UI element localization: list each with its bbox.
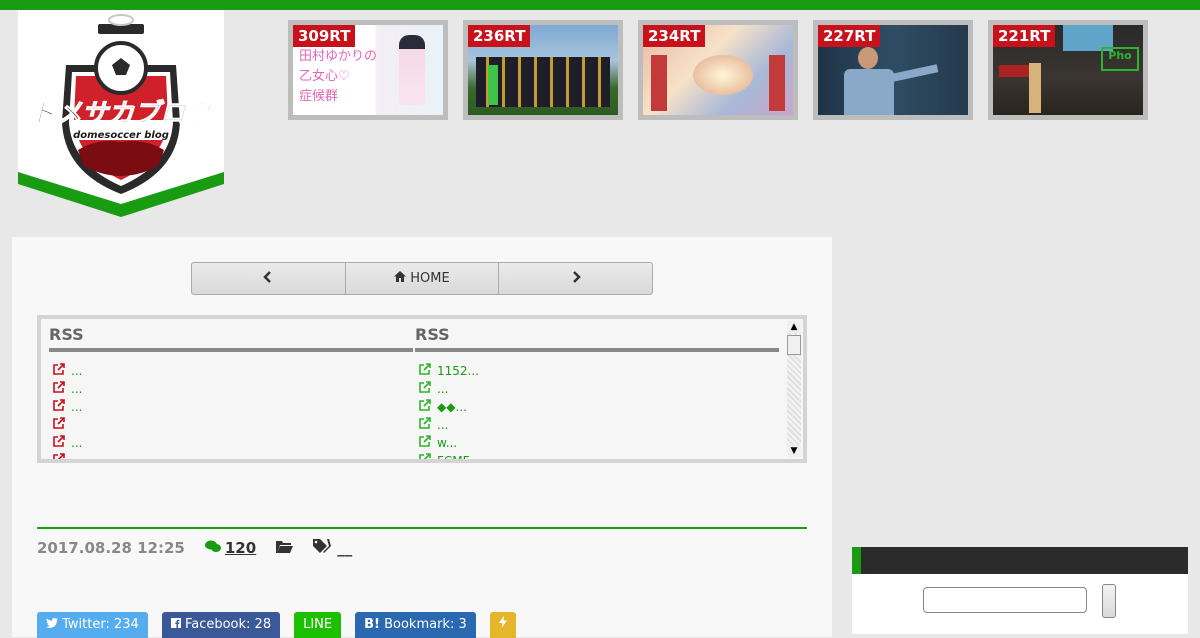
rss-item-title: ...: [71, 382, 83, 396]
post-date: 2017.08.28 12:25: [37, 539, 185, 557]
facebook-share-button[interactable]: Facebook: 28: [161, 612, 281, 638]
section-divider: [37, 527, 807, 529]
thumbnail-5[interactable]: Pho 221RT: [988, 20, 1148, 120]
logo-subtitle: domesoccer blog: [73, 130, 169, 141]
top-accent-bar: [0, 0, 1200, 10]
retweet-count: 234RT: [643, 25, 706, 47]
scroll-thumb[interactable]: [787, 335, 801, 355]
rss-item[interactable]: ...: [49, 398, 413, 416]
rss-item-title: ...: [437, 382, 449, 396]
rss-item[interactable]: ...: [49, 434, 413, 452]
rss-item-title: ...: [437, 418, 449, 432]
rss-item-title: ◆◆...: [437, 400, 467, 414]
rss-item[interactable]: FCMF...: [415, 452, 779, 463]
hatena-bookmark-button[interactable]: B! Bookmark: 3: [355, 612, 476, 638]
home-icon: [394, 271, 407, 286]
retweet-count: 309RT: [293, 25, 356, 47]
external-link-icon: [53, 362, 65, 380]
scroll-down-icon[interactable]: ▼: [787, 445, 801, 457]
sidebar-widget-header: [852, 547, 1188, 574]
search-button[interactable]: [1102, 584, 1116, 618]
comment-link[interactable]: 120: [204, 539, 257, 557]
search-input[interactable]: [923, 587, 1087, 613]
rss-item[interactable]: ...: [49, 380, 413, 398]
article-pager: HOME: [191, 262, 653, 295]
chevron-right-icon: [571, 270, 581, 287]
rss-item-title: w...: [437, 436, 458, 450]
external-link-icon: [53, 416, 65, 434]
tags-icon: [313, 539, 332, 557]
thumbnail-caption: 田村ゆかりの 乙女心♡ 症候群: [299, 49, 378, 104]
rss-item[interactable]: ◆◆...: [415, 398, 779, 416]
rss-item-title: 1152...: [437, 364, 479, 378]
rss-item-title: ...: [71, 364, 83, 378]
rss-item-title: FCMF...: [437, 454, 480, 463]
home-button[interactable]: HOME: [346, 263, 500, 294]
tags-link[interactable]: __: [313, 539, 352, 557]
tag-label: __: [337, 539, 353, 557]
next-article-button[interactable]: [499, 263, 652, 294]
external-link-icon: [53, 398, 65, 416]
rss-item[interactable]: ...: [415, 380, 779, 398]
comments-icon: [204, 539, 221, 557]
retweet-count: 221RT: [993, 25, 1056, 47]
comment-count: 120: [224, 539, 257, 557]
rss-item[interactable]: [49, 416, 413, 434]
external-link-icon: [419, 380, 431, 398]
main-content: HOME RSS ............ RSS 1152...... ◆◆..…: [12, 237, 832, 638]
external-link-icon: [419, 398, 431, 416]
rss-item[interactable]: ...: [415, 416, 779, 434]
rss-item-title: ...: [71, 400, 83, 414]
popular-thumbnails: 田村ゆかりの 乙女心♡ 症候群 309RT 236RT 234RT 227RT: [288, 20, 1148, 120]
rss-item[interactable]: w...: [415, 434, 779, 452]
rss-item-title: ...: [71, 436, 83, 450]
line-share-button[interactable]: LINE: [294, 612, 342, 638]
thumbnail-1[interactable]: 田村ゆかりの 乙女心♡ 症候群 309RT: [288, 20, 448, 120]
rss-column-left: RSS ............: [49, 325, 413, 459]
external-link-icon: [419, 416, 431, 434]
article-meta: 2017.08.28 12:25 120 __: [37, 539, 352, 557]
rss-item[interactable]: 1152...: [415, 362, 779, 380]
rss-item[interactable]: [49, 452, 413, 459]
home-label: HOME: [410, 271, 450, 286]
retweet-count: 227RT: [818, 25, 881, 47]
retweet-count: 236RT: [468, 25, 531, 47]
share-buttons: Twitter: 234 Facebook: 28 LINE B! Bookma…: [37, 612, 516, 638]
rss-item[interactable]: ...: [49, 362, 413, 380]
rss-scrollbar[interactable]: ▲ ▼: [787, 321, 801, 457]
thumbnail-3[interactable]: 234RT: [638, 20, 798, 120]
feedly-button[interactable]: [489, 612, 516, 638]
rss-header: RSS: [415, 325, 779, 352]
folder-icon[interactable]: [276, 539, 294, 557]
thumbnail-4[interactable]: 227RT: [813, 20, 973, 120]
scroll-up-icon[interactable]: ▲: [787, 321, 801, 333]
sidebar-search-widget: [852, 574, 1188, 634]
logo-title: ドメサカブログ: [30, 99, 217, 129]
prev-article-button[interactable]: [192, 263, 346, 294]
rss-feed-box: RSS ............ RSS 1152...... ◆◆...... …: [37, 315, 807, 463]
rss-header: RSS: [49, 325, 413, 352]
twitter-share-button[interactable]: Twitter: 234: [37, 612, 148, 638]
rss-column-right: RSS 1152...... ◆◆...... w... FCMF...: [415, 325, 779, 463]
site-logo[interactable]: ドメサカブログ domesoccer blog: [18, 10, 224, 232]
external-link-icon: [419, 434, 431, 452]
external-link-icon: [53, 380, 65, 398]
chevron-left-icon: [263, 270, 273, 287]
external-link-icon: [53, 452, 65, 459]
thumbnail-2[interactable]: 236RT: [463, 20, 623, 120]
external-link-icon: [419, 452, 431, 459]
external-link-icon: [419, 362, 431, 380]
external-link-icon: [53, 434, 65, 452]
